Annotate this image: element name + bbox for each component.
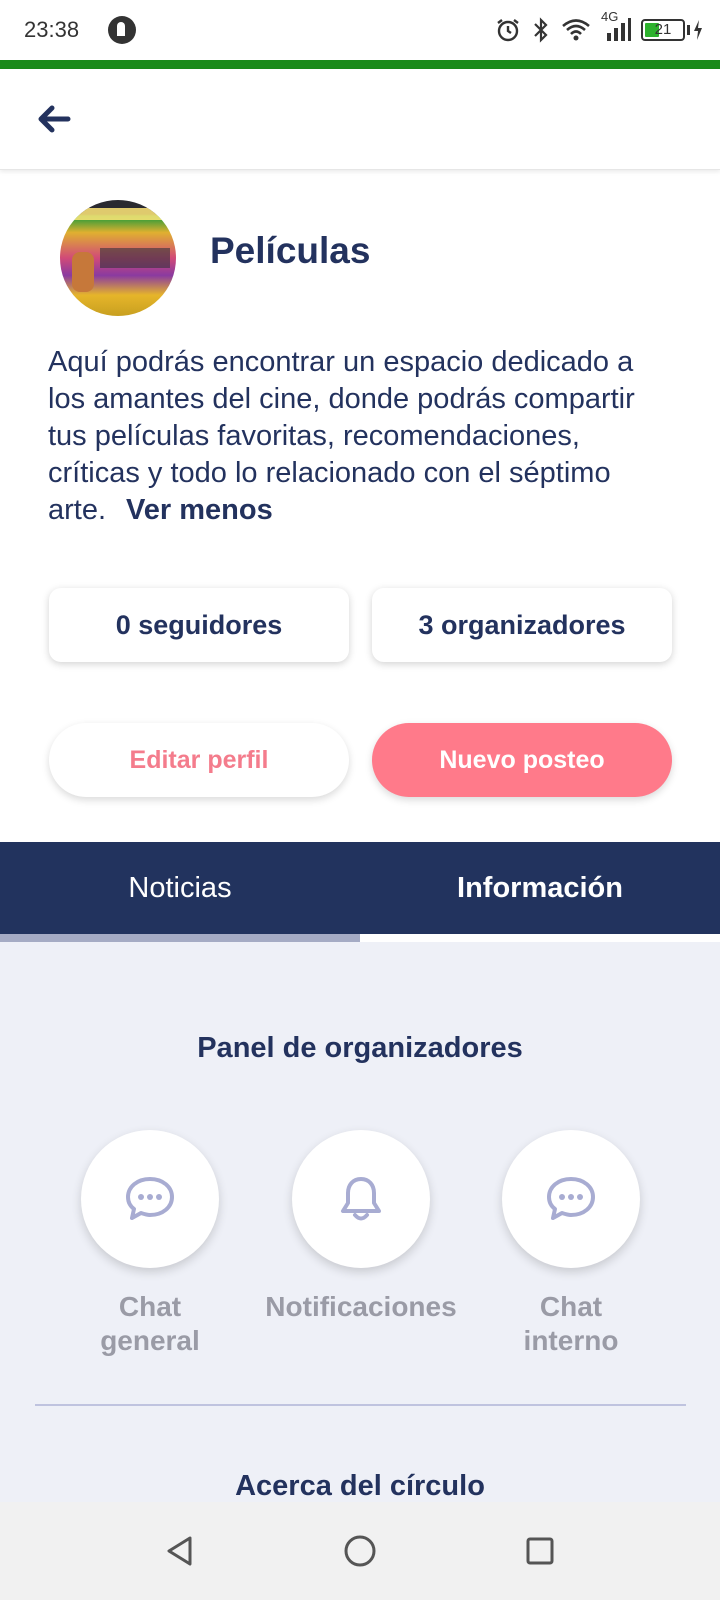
- accent-line: [0, 60, 720, 69]
- back-button[interactable]: [30, 95, 78, 143]
- organizers-button[interactable]: 3 organizadores: [372, 588, 672, 662]
- status-icons: 4G 21: [495, 9, 704, 46]
- new-post-button[interactable]: Nuevo posteo: [372, 723, 672, 797]
- notifications-button[interactable]: Notificaciones: [261, 1130, 461, 1324]
- tab-news[interactable]: Noticias: [0, 842, 360, 934]
- app-notification-icon: [108, 16, 136, 44]
- bluetooth-icon: [531, 17, 551, 43]
- chat-bubble-icon: [547, 1177, 595, 1220]
- followers-button[interactable]: 0 seguidores: [49, 588, 349, 662]
- page-title: Películas: [210, 230, 371, 271]
- arrow-left-icon: [38, 105, 71, 133]
- bell-icon: [341, 1177, 381, 1221]
- battery-level: 21: [654, 21, 672, 38]
- tab-indicator-track: [360, 934, 720, 942]
- info-panel: Panel de organizadores Chat general Noti…: [0, 942, 720, 1502]
- signal-icon: 4G: [601, 9, 631, 43]
- system-navigation-bar: [0, 1502, 720, 1600]
- see-less-link[interactable]: Ver menos: [126, 494, 273, 526]
- circle-avatar: [60, 200, 176, 316]
- top-app-bar: [0, 69, 720, 170]
- general-chat-label: Chat general: [100, 1291, 200, 1356]
- about-circle-heading: Acerca del círculo: [235, 1470, 485, 1502]
- notifications-label: Notificaciones: [265, 1291, 457, 1322]
- nav-recents-button[interactable]: [515, 1526, 565, 1576]
- edit-profile-button[interactable]: Editar perfil: [49, 723, 349, 797]
- status-time: 23:38: [24, 17, 80, 42]
- battery-icon: 21: [641, 19, 704, 41]
- circle-description: Aquí podrás encontrar un espacio dedicad…: [48, 344, 678, 529]
- chat-bubble-icon: [126, 1177, 174, 1220]
- triangle-back-icon: [167, 1536, 192, 1566]
- internal-chat-button[interactable]: Chat interno: [471, 1130, 671, 1358]
- network-type-label: 4G: [601, 9, 619, 24]
- tab-info[interactable]: Información: [360, 842, 720, 934]
- general-chat-button[interactable]: Chat general: [50, 1130, 250, 1358]
- tab-bar: Noticias Información: [0, 842, 720, 934]
- organizers-panel-title: Panel de organizadores: [197, 1032, 523, 1064]
- wifi-icon: [561, 17, 591, 43]
- tab-indicator: [0, 934, 360, 942]
- internal-chat-label: Chat interno: [523, 1291, 619, 1356]
- square-recents-icon: [526, 1537, 554, 1565]
- alarm-icon: [495, 17, 521, 43]
- circle-home-icon: [344, 1535, 376, 1567]
- status-bar: 23:38 4G 21: [0, 0, 720, 60]
- nav-home-button[interactable]: [335, 1526, 385, 1576]
- section-divider: [35, 1404, 686, 1406]
- nav-back-button[interactable]: [155, 1526, 205, 1576]
